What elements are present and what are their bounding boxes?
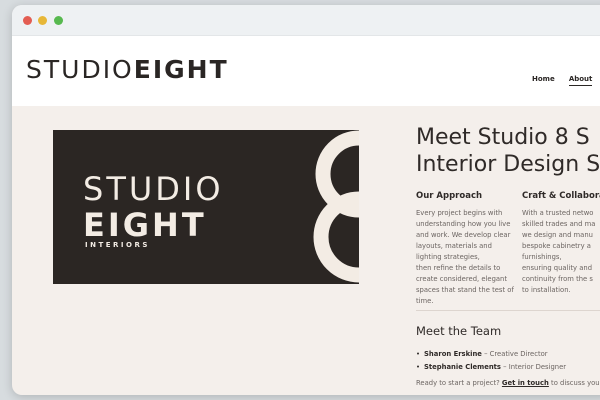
approach-line: time. <box>416 297 434 305</box>
team-member-name: Sharon Erskine <box>424 350 482 358</box>
page-title: Meet Studio 8 S Interior Design S <box>416 124 600 178</box>
minimize-window-button[interactable] <box>38 16 47 25</box>
close-window-button[interactable] <box>23 16 32 25</box>
craft-text: With a trusted netwo skilled trades and … <box>522 208 600 296</box>
approach-line: Every project begins with <box>416 209 503 217</box>
browser-window: STUDIOEIGHT Home About Se STUDIO EIGHT I… <box>12 5 600 395</box>
page-title-line-1: Meet Studio 8 S <box>416 125 590 150</box>
logo-light-text: STUDIO <box>26 55 134 84</box>
section-divider <box>416 310 600 311</box>
logo-bold-text: EIGHT <box>133 55 229 84</box>
craft-line: we design and manu <box>522 231 593 239</box>
nav-link-home[interactable]: Home <box>532 75 555 85</box>
bullet-icon: • <box>416 350 421 358</box>
team-member-role: – Interior Designer <box>500 363 567 371</box>
team-heading: Meet the Team <box>416 324 502 338</box>
approach-column: Our Approach Every project begins with u… <box>416 191 516 307</box>
craft-line: skilled trades and ma <box>522 220 596 228</box>
craft-line: ensuring quality and <box>522 264 593 272</box>
approach-line: and work. We develop clear <box>416 231 511 239</box>
craft-line: furnishings, <box>522 253 562 261</box>
approach-heading: Our Approach <box>416 191 483 201</box>
cta-suffix: to discuss your <box>548 379 600 387</box>
craft-column: Craft & Collaborat With a trusted netwo … <box>522 191 600 296</box>
team-list: • Sharon Erskine – Creative Director • Ste… <box>416 348 566 374</box>
team-member-name: Stephanie Clements <box>424 363 501 371</box>
get-in-touch-link[interactable]: Get in touch <box>502 379 549 387</box>
window-titlebar <box>12 5 600 36</box>
team-member: • Sharon Erskine – Creative Director <box>416 348 566 361</box>
maximize-window-button[interactable] <box>54 16 63 25</box>
main-content: STUDIO EIGHT INTERIORS Meet Studio 8 S I… <box>12 106 600 395</box>
nav-link-about[interactable]: About <box>568 75 593 86</box>
approach-line: spaces that stand the test of <box>416 286 514 294</box>
approach-line: then refine the details to <box>416 264 501 272</box>
site-logo[interactable]: STUDIOEIGHT <box>26 55 229 84</box>
page-title-line-2: Interior Design S <box>416 152 600 177</box>
approach-text: Every project begins with understanding … <box>416 208 516 307</box>
approach-line: create considered, elegant <box>416 275 508 283</box>
main-nav: Home About Se <box>532 66 600 86</box>
craft-heading: Craft & Collaborat <box>522 191 600 201</box>
cta-prefix: Ready to start a project? <box>416 379 502 387</box>
approach-line: lighting strategies, <box>416 253 480 261</box>
craft-line: continuity from the s <box>522 275 593 283</box>
brand-card-eight: EIGHT <box>83 206 207 244</box>
approach-line: understanding how you live <box>416 220 511 228</box>
team-member: • Stephanie Clements – Interior Designer <box>416 361 566 374</box>
approach-line: layouts, materials and <box>416 242 492 250</box>
contact-cta: Ready to start a project? Get in touch t… <box>416 379 600 387</box>
bullet-icon: • <box>416 363 421 371</box>
brand-card-studio: STUDIO <box>83 170 224 208</box>
craft-line: bespoke cabinetry a <box>522 242 591 250</box>
craft-line: With a trusted netwo <box>522 209 594 217</box>
brand-card-image: STUDIO EIGHT INTERIORS <box>53 130 359 284</box>
team-member-role: – Creative Director <box>481 350 548 358</box>
site-header: STUDIOEIGHT Home About Se <box>12 36 600 106</box>
craft-line: to installation. <box>522 286 571 294</box>
brand-card-subtitle: INTERIORS <box>85 241 150 249</box>
